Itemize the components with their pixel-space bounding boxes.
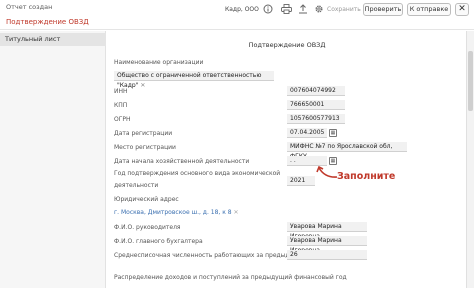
- top-toolbar: Отчет создан Подтверждение ОВЗД Кадр, ОО…: [0, 0, 474, 30]
- accountant-label: Ф.И.О. главного бухгалтера: [114, 238, 203, 245]
- kpp-label: КПП: [114, 102, 128, 109]
- info-icon[interactable]: [262, 4, 274, 16]
- form-area: Подтверждение ОВЗД Наименование организа…: [107, 31, 474, 288]
- sidebar-item-title-page[interactable]: Титульный лист: [0, 33, 106, 46]
- headcount-field[interactable]: 26: [287, 250, 367, 260]
- document-title: Подтверждение ОВЗД: [6, 18, 89, 26]
- year-label-cont: деятельности: [114, 182, 159, 189]
- accountant-field[interactable]: Уварова Марина Игоревна: [287, 236, 367, 254]
- annotation-arrow-icon: [316, 165, 338, 178]
- gear-icon[interactable]: [313, 4, 325, 16]
- legal-address-label: Юридический адрес: [114, 196, 179, 203]
- year-label: Год подтверждения основного вида экономи…: [114, 170, 281, 177]
- reg-place-label: Место регистрации: [114, 144, 176, 151]
- annotation-text: Заполните: [337, 171, 396, 182]
- reg-date-label: Дата регистрации: [114, 130, 173, 137]
- head-field[interactable]: Уварова Марина Игоревна: [287, 222, 367, 240]
- reg-date-field[interactable]: 07.04.2005: [287, 128, 327, 138]
- org-value: Общество с ограниченной ответственностью…: [117, 72, 262, 89]
- income-label: Распределение доходов и поступлений за п…: [114, 274, 347, 281]
- scrollbar[interactable]: [466, 31, 474, 288]
- scroll-thumb[interactable]: [468, 51, 473, 111]
- legal-address-link[interactable]: г. Москва, Дмитровское ш., д. 18, к 8 ✕: [114, 209, 239, 216]
- close-button[interactable]: ✕: [455, 3, 469, 16]
- start-date-label: Дата начала хозяйственной деятельности: [114, 158, 250, 165]
- reg-place-field[interactable]: МИФНС №7 по Ярославской обл, ФГКУ: [287, 142, 407, 160]
- send-button[interactable]: К отправке: [407, 3, 451, 16]
- ogrn-field[interactable]: 1057600577913: [287, 114, 345, 124]
- form-title: Подтверждение ОВЗД: [248, 41, 326, 49]
- print-icon[interactable]: [280, 4, 292, 16]
- clear-org-icon[interactable]: ✕: [140, 82, 145, 89]
- save-button[interactable]: Сохранить: [327, 6, 361, 13]
- upload-icon[interactable]: [297, 4, 309, 16]
- ogrn-label: ОГРН: [114, 116, 131, 123]
- calendar-icon[interactable]: ▦: [329, 129, 337, 137]
- org-field[interactable]: Общество с ограниченной ответственностью…: [114, 71, 274, 89]
- legal-address-value: г. Москва, Дмитровское ш., д. 18, к 8: [114, 209, 232, 216]
- inn-field[interactable]: 007604074992: [287, 86, 345, 96]
- inn-label: ИНН: [114, 88, 128, 95]
- year-field[interactable]: 2021: [287, 176, 315, 186]
- clear-address-icon[interactable]: ✕: [233, 209, 238, 216]
- kpp-field[interactable]: 766650001: [287, 100, 345, 110]
- org-label: Наименование организации: [114, 59, 204, 66]
- status-text: Отчет создан: [6, 3, 53, 11]
- check-button[interactable]: Проверить: [363, 3, 403, 16]
- head-label: Ф.И.О. руководителя: [114, 224, 181, 231]
- organization-name[interactable]: Кадр, ООО: [225, 6, 259, 13]
- sidebar: Титульный лист: [0, 31, 106, 288]
